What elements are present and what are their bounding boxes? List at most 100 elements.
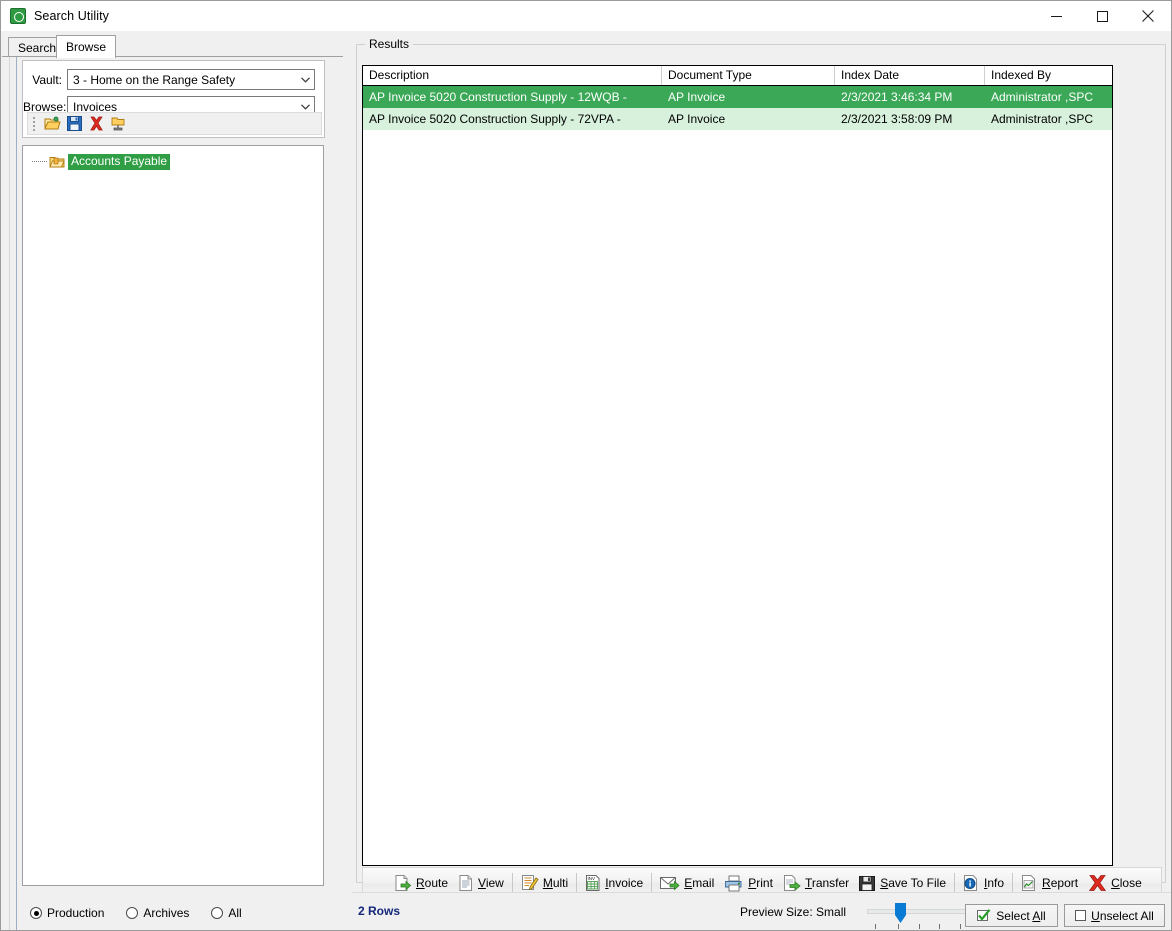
check-mark-icon	[977, 909, 991, 922]
rows-count-label: 2 Rows	[358, 904, 401, 918]
panel-edge-line	[9, 57, 10, 930]
radio-indicator	[126, 907, 139, 919]
vault-browse-group: Vault: 3 - Home on the Range Safety Brow…	[22, 60, 325, 138]
results-panel: Results Description Document Type Index …	[352, 34, 1171, 930]
folder-tree[interactable]: Accounts Payable	[22, 145, 324, 886]
unselect-all-button[interactable]: Unselect All	[1064, 904, 1165, 927]
select-all-button[interactable]: Select All	[965, 904, 1058, 927]
app-lock-icon	[10, 8, 26, 24]
multi-label: Multi	[542, 876, 569, 890]
table-row[interactable]: AP Invoice 5020 Construction Supply - 12…	[363, 86, 1112, 108]
results-grid[interactable]: Description Document Type Index Date Ind…	[362, 65, 1113, 866]
toolbar-separator	[576, 873, 578, 893]
cell-index-date: 2/3/2021 3:58:09 PM	[841, 112, 953, 126]
empty-box-icon	[1075, 910, 1087, 921]
radio-production[interactable]: Production	[30, 906, 104, 920]
radio-all[interactable]: All	[211, 906, 242, 920]
slider-track	[867, 909, 969, 914]
radio-indicator	[211, 907, 224, 919]
report-chart-icon	[1021, 874, 1038, 892]
results-grid-header: Description Document Type Index Date Ind…	[363, 66, 1112, 86]
radio-all-label: All	[228, 906, 242, 920]
route-document-icon	[394, 874, 412, 892]
panel-edge-line-inner	[16, 57, 17, 930]
transfer-label: Transfer	[804, 876, 850, 890]
email-envelope-icon	[660, 875, 680, 891]
cell-indexed-by: Administrator ,SPC	[991, 90, 1094, 104]
radio-indicator	[30, 907, 42, 919]
close-label: Close	[1111, 876, 1142, 890]
unselect-all-label: Unselect All	[1091, 908, 1154, 923]
vault-combo[interactable]: 3 - Home on the Range Safety	[67, 69, 315, 90]
tree-node-accounts-payable[interactable]: Accounts Payable	[27, 153, 171, 170]
cell-description: AP Invoice 5020 Construction Supply - 72…	[369, 112, 621, 126]
report-label: Report	[1042, 876, 1079, 890]
route-label: Route	[416, 876, 449, 890]
close-x-icon	[1088, 874, 1107, 892]
results-group-box: Results Description Document Type Index …	[356, 37, 1166, 899]
toolbar-separator	[1012, 873, 1014, 893]
cell-index-date: 2/3/2021 3:46:34 PM	[841, 90, 953, 104]
slider-thumb[interactable]	[894, 903, 907, 924]
panel-splitter[interactable]	[343, 56, 352, 930]
window-title: Search Utility	[34, 9, 110, 23]
folder-icon	[49, 155, 65, 169]
tree-node-label: Accounts Payable	[68, 153, 171, 170]
view-label: View	[478, 876, 504, 890]
cell-document-type: AP Invoice	[668, 112, 726, 126]
toolbar-separator	[954, 873, 956, 893]
email-label: Email	[684, 876, 715, 890]
column-header-index-date[interactable]: Index Date	[835, 66, 985, 85]
preview-size-label: Preview Size: Small	[740, 905, 847, 919]
chevron-down-icon[interactable]	[296, 70, 314, 89]
table-row[interactable]: AP Invoice 5020 Construction Supply - 72…	[363, 108, 1112, 130]
column-header-indexed-by[interactable]: Indexed By	[985, 66, 1112, 85]
minimize-button[interactable]	[1033, 1, 1079, 31]
slider-ticks	[867, 924, 969, 930]
status-bar: 2 Rows Preview Size: Small Select All Un…	[352, 892, 1171, 930]
radio-production-label: Production	[47, 906, 105, 920]
multi-edit-icon	[521, 874, 539, 892]
invoice-label: Invoice	[605, 876, 644, 890]
window-controls	[1033, 1, 1171, 31]
svg-text:INV: INV	[588, 876, 596, 881]
publish-folder-icon[interactable]	[107, 114, 129, 134]
browse-panel: Vault: 3 - Home on the Range Safety Brow…	[2, 56, 343, 930]
close-button[interactable]	[1125, 1, 1171, 31]
radio-archives-label: Archives	[143, 906, 190, 920]
cell-description: AP Invoice 5020 Construction Supply - 12…	[369, 90, 627, 104]
transfer-document-icon	[783, 874, 801, 892]
toolbar-separator	[511, 873, 513, 893]
delete-icon[interactable]	[85, 114, 107, 134]
column-header-description[interactable]: Description	[363, 66, 662, 85]
search-utility-window: Search Utility Search Browse Vault: 3 - …	[0, 0, 1172, 931]
tree-connector	[27, 154, 49, 170]
cell-indexed-by: Administrator ,SPC	[991, 112, 1094, 126]
scope-radio-group: Production Archives All	[30, 906, 242, 920]
info-label: Info	[984, 876, 1005, 890]
preview-size-slider[interactable]	[867, 903, 969, 929]
vault-row: Vault: 3 - Home on the Range Safety	[23, 69, 318, 90]
toolbar-grip[interactable]	[30, 116, 38, 132]
save-disk-icon	[859, 875, 876, 892]
column-header-document-type[interactable]: Document Type	[662, 66, 835, 85]
results-legend: Results	[365, 37, 414, 51]
select-all-label: Select All	[996, 908, 1046, 923]
invoice-grid-icon: INV	[585, 874, 601, 892]
tab-browse[interactable]: Browse	[56, 35, 117, 58]
printer-icon	[724, 875, 744, 892]
vault-label: Vault:	[32, 72, 62, 87]
vault-combo-value: 3 - Home on the Range Safety	[73, 72, 236, 87]
cell-document-type: AP Invoice	[668, 90, 726, 104]
maximize-button[interactable]	[1079, 1, 1125, 31]
radio-archives[interactable]: Archives	[126, 906, 189, 920]
browse-mini-toolbar	[27, 112, 322, 135]
print-label: Print	[748, 876, 773, 890]
save-to-file-label: Save To File	[880, 876, 947, 890]
view-document-icon	[458, 874, 474, 892]
open-folder-icon[interactable]	[41, 114, 63, 134]
save-icon[interactable]	[63, 114, 85, 134]
title-bar: Search Utility	[1, 1, 1171, 31]
toolbar-separator	[651, 873, 653, 893]
info-circle-icon	[963, 874, 980, 892]
